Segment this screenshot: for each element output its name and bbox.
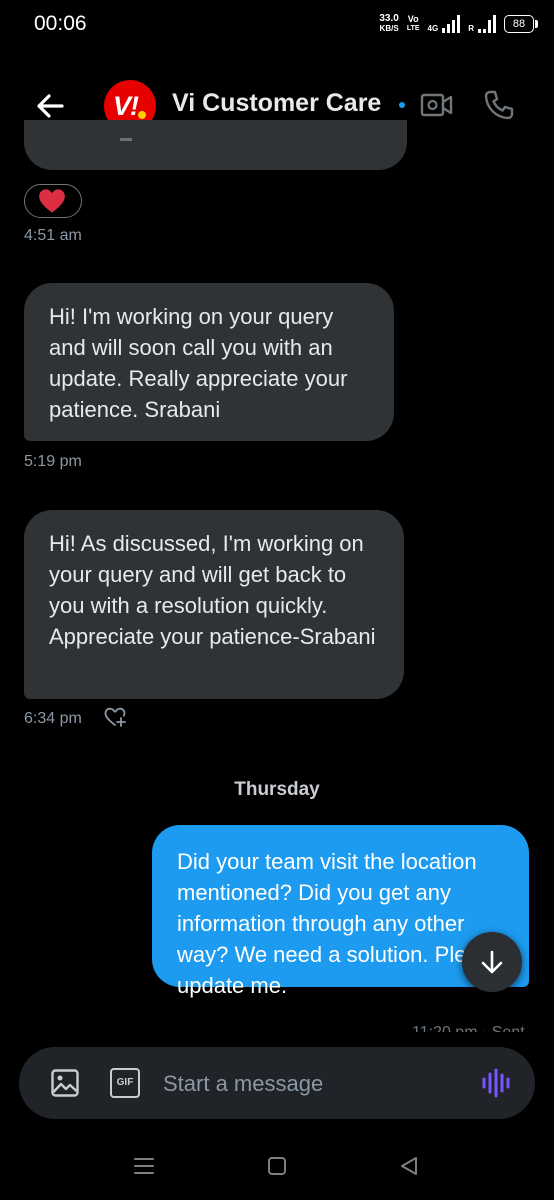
message-input[interactable]	[163, 1066, 463, 1102]
gif-icon[interactable]: GIF	[110, 1068, 140, 1098]
status-time: 00:06	[34, 12, 87, 35]
network-type: 4G	[427, 24, 439, 33]
speed-value: 33.0	[379, 13, 399, 24]
scroll-to-bottom-button[interactable]	[462, 932, 522, 992]
heart-icon	[39, 189, 65, 213]
nav-back-icon[interactable]	[398, 1155, 420, 1177]
speed-unit: KB/S	[379, 24, 399, 33]
volte-top: Vo	[407, 14, 419, 24]
message-time: 5:19 pm	[24, 453, 82, 470]
image-icon[interactable]	[50, 1068, 80, 1098]
battery-icon: 88	[504, 15, 538, 33]
conversation-title[interactable]: Vi Customer Care	[172, 89, 381, 118]
message-time: 4:51 am	[24, 227, 82, 244]
avatar-logo-text: V!	[113, 91, 139, 121]
message-bubble[interactable]: Hi! I'm working on your query and will s…	[24, 283, 394, 441]
arrow-down-icon	[481, 950, 503, 974]
volte-indicator: Vo LTE	[407, 15, 420, 33]
phone-icon[interactable]	[482, 88, 516, 122]
back-arrow-icon[interactable]	[32, 88, 68, 124]
status-icons: 33.0 KB/S Vo LTE 4G R 88	[379, 12, 538, 36]
message-bubble-partial[interactable]	[24, 120, 407, 170]
network-speed: 33.0 KB/S	[379, 14, 398, 34]
avatar-logo-dot	[138, 111, 146, 119]
recent-apps-icon[interactable]	[133, 1156, 155, 1176]
status-dot	[399, 102, 405, 108]
video-call-icon[interactable]	[420, 90, 454, 120]
reaction-badge[interactable]	[24, 184, 82, 218]
add-reaction-icon[interactable]	[103, 706, 127, 728]
message-time: 6:34 pm	[24, 710, 82, 727]
message-bubble[interactable]: Hi! As discussed, I'm working on your qu…	[24, 510, 404, 699]
signal-icon-sim2: R	[468, 15, 496, 33]
home-icon[interactable]	[268, 1157, 286, 1175]
roaming-indicator: R	[468, 24, 474, 33]
day-separator: Thursday	[234, 779, 320, 800]
volte-bottom: LTE	[406, 25, 420, 32]
signal-icon: 4G	[428, 15, 461, 33]
voice-message-icon[interactable]	[480, 1066, 512, 1100]
